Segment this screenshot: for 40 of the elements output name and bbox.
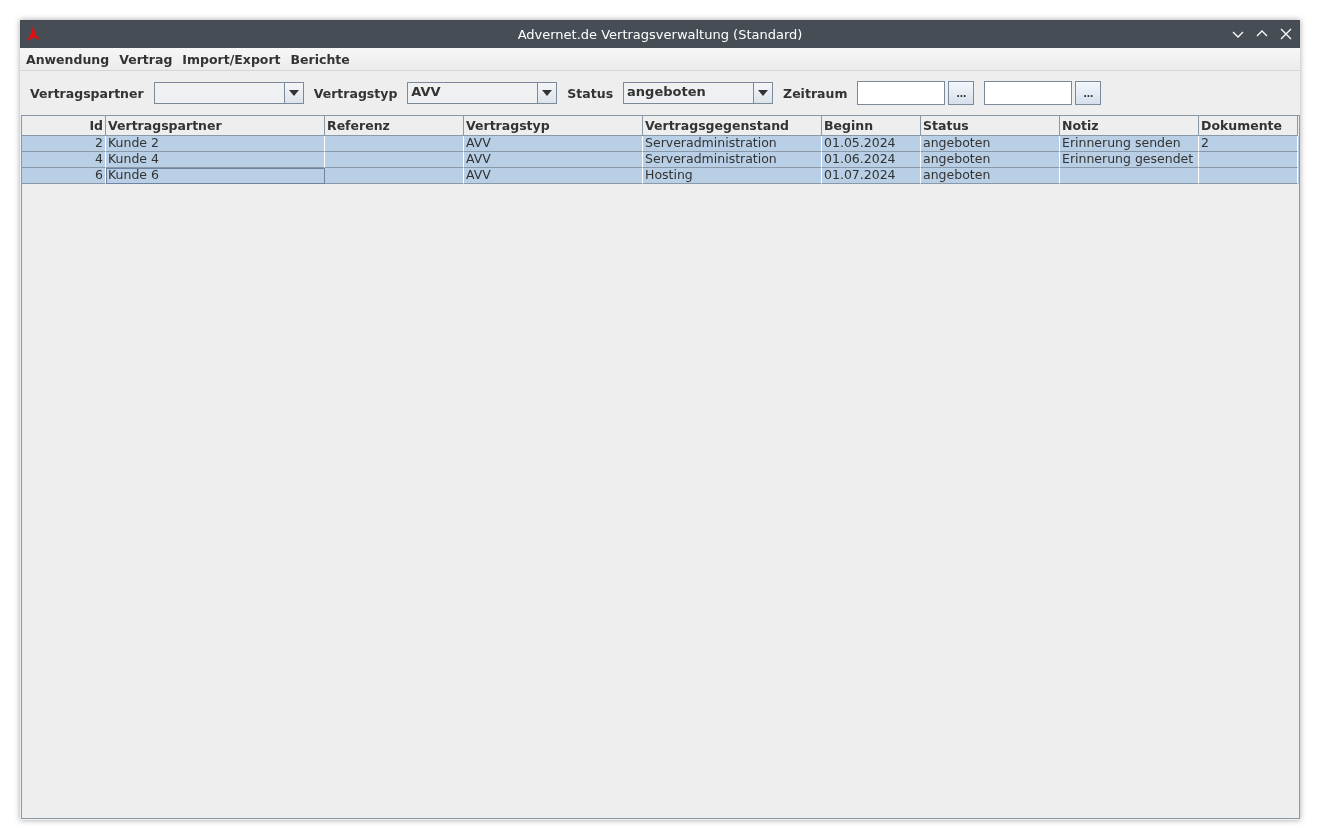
filter-label: Status — [567, 85, 614, 101]
date-field[interactable] — [857, 81, 946, 105]
table-row[interactable]: 4 Kunde 4 AVV Serveradministration 01.06.2024 angeboten Erinnerung gesendet — [22, 152, 1299, 168]
table-cell: angeboten — [921, 168, 1060, 184]
table-cell: Kunde 4 — [106, 152, 325, 168]
table-cell: Hosting — [643, 168, 822, 184]
close-icon[interactable] — [1280, 28, 1292, 40]
menu-item[interactable]: Vertrag — [115, 51, 179, 67]
menu-item[interactable]: Berichte — [286, 51, 356, 67]
caret-icon — [758, 90, 769, 96]
column-header[interactable]: Id — [22, 116, 106, 136]
date-picker-button[interactable]: ... — [1075, 81, 1102, 105]
column-header[interactable]: Vertragstyp — [464, 116, 643, 136]
column-header[interactable]: Referenz — [325, 116, 464, 136]
caret-icon — [288, 90, 299, 96]
column-header[interactable]: Dokumente — [1199, 116, 1298, 136]
column-header[interactable]: Vertragsgegenstand — [643, 116, 822, 136]
column-header[interactable]: Beginn — [822, 116, 921, 136]
table-cell: Kunde 6 — [106, 168, 325, 184]
dropdown[interactable]: AVV — [407, 82, 558, 104]
filter-label: Vertragstyp — [313, 85, 398, 101]
dropdown[interactable] — [153, 82, 304, 104]
dropdown[interactable]: angeboten — [623, 82, 774, 104]
menu-item[interactable]: Import/Export — [178, 51, 287, 67]
date-field[interactable] — [984, 81, 1073, 105]
column-header[interactable]: Vertragspartner — [106, 116, 325, 136]
caret-icon — [542, 90, 553, 96]
menu-item[interactable]: Anwendung — [22, 51, 116, 67]
table-cell: AVV — [464, 168, 643, 184]
filter-label: Vertragspartner — [30, 85, 144, 101]
column-header[interactable]: Status — [921, 116, 1060, 136]
date-picker-button[interactable]: ... — [948, 81, 975, 105]
logo-icon — [24, 25, 42, 43]
window-title: Advernet.de Vertragsverwaltung (Standard) — [517, 26, 803, 42]
table-row[interactable]: 2 Kunde 2 AVV Serveradministration 01.05.2024 angeboten Erinnerung senden 2 — [22, 136, 1299, 152]
table-cell: 01.07.2024 — [822, 168, 921, 184]
table-row[interactable]: 6 Kunde 6 AVV Hosting 01.07.2024 angeboten — [22, 168, 1299, 184]
filter-label: Zeitraum — [783, 85, 848, 101]
column-header[interactable]: Notiz — [1060, 116, 1199, 136]
table-cell: 6 — [22, 168, 106, 184]
